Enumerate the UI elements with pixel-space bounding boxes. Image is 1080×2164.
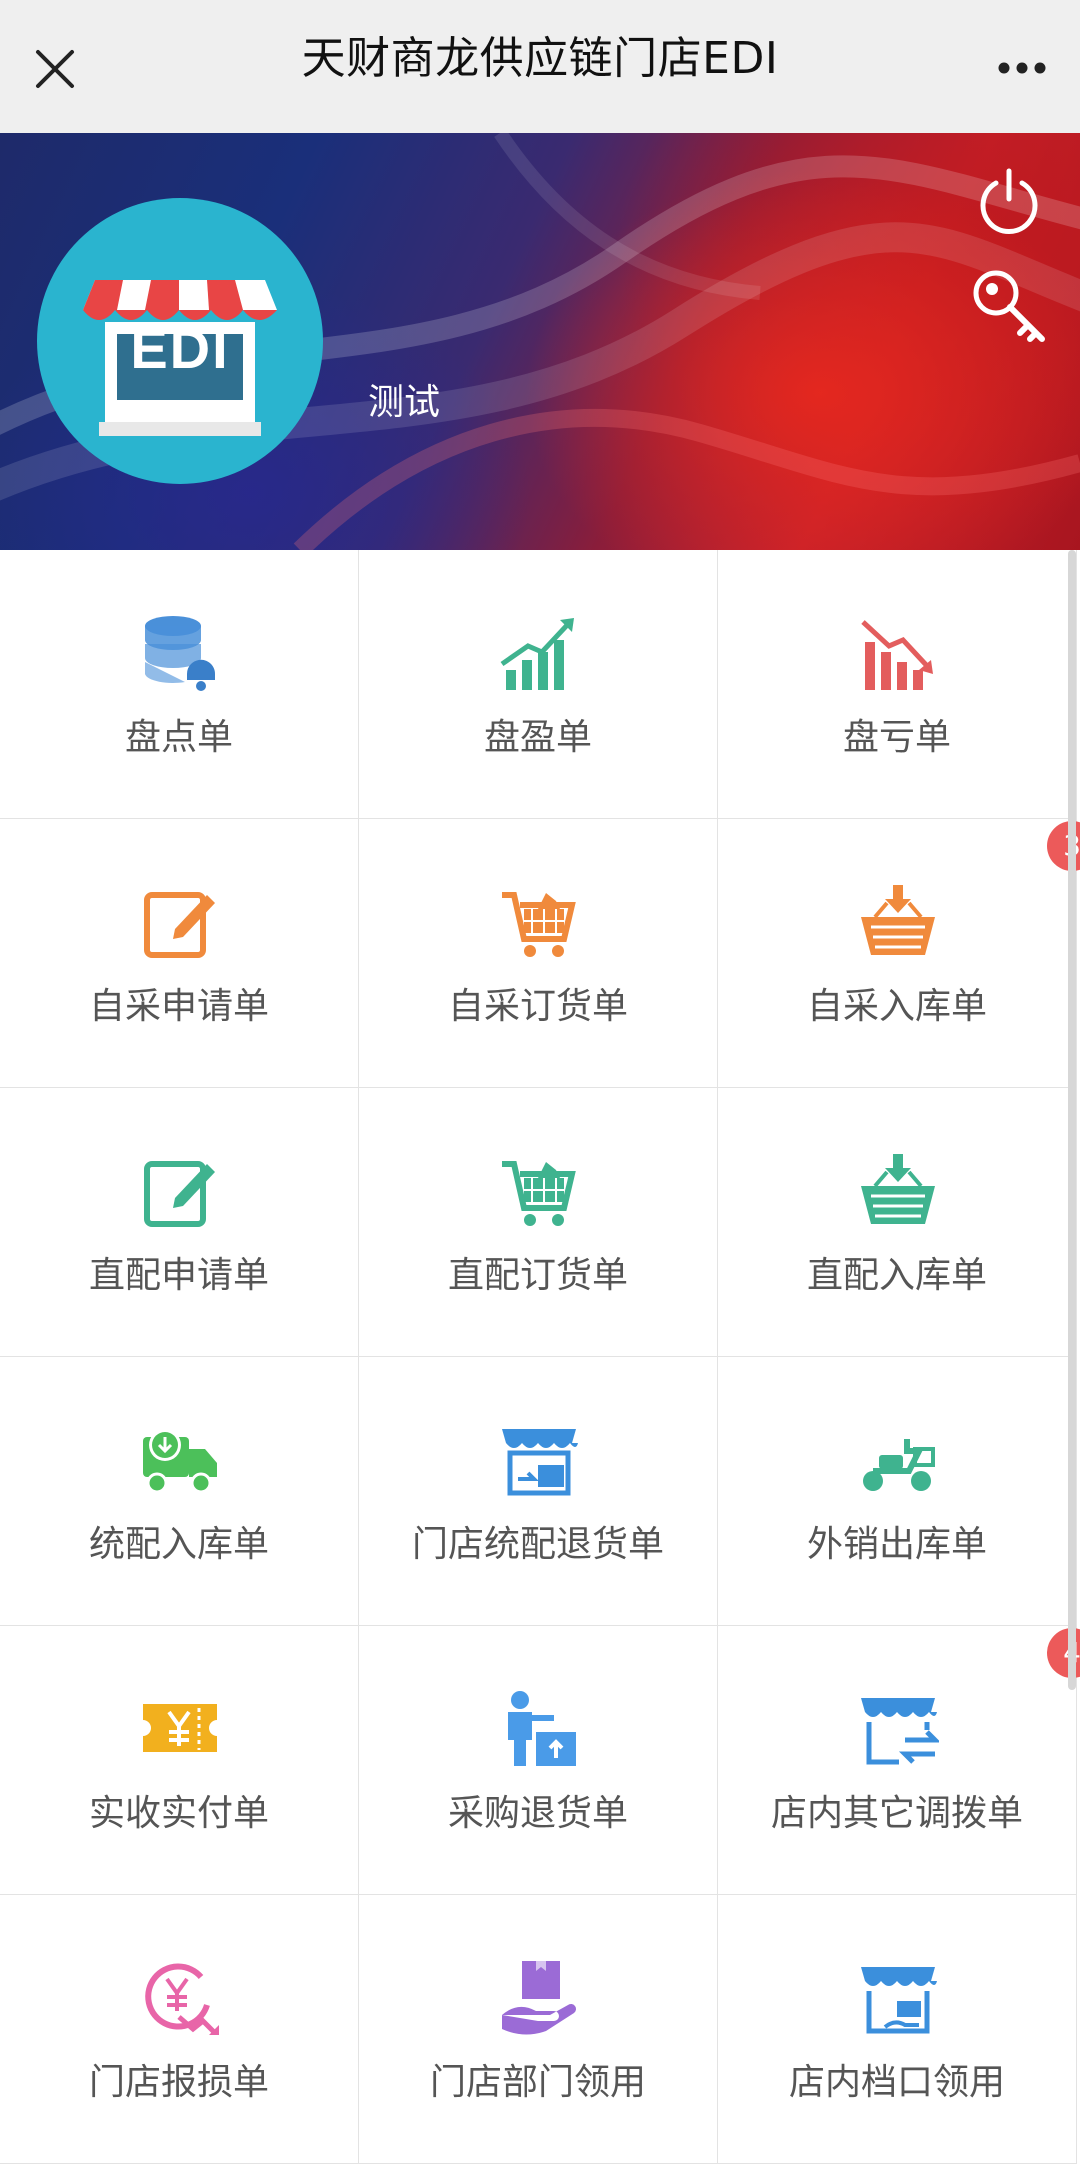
menu-item-12[interactable]: 实收实付单	[0, 1626, 359, 1895]
store-return-icon	[498, 1419, 580, 1501]
menu-item-label: 采购退货单	[447, 1793, 628, 1834]
key-icon[interactable]	[968, 265, 1052, 349]
menu-item-label: 店内其它调拨单	[770, 1793, 1023, 1834]
menu-item-17[interactable]: 店内档口领用	[718, 1895, 1077, 2164]
database-bell-icon	[139, 612, 221, 694]
scrollbar[interactable]	[1068, 550, 1076, 1690]
hand-box-icon	[498, 1957, 580, 2039]
menu-item-label: 自采订货单	[447, 986, 628, 1027]
ticket-yuan-icon	[139, 1688, 221, 1770]
menu-item-5[interactable]: 自采入库单	[718, 819, 1077, 1088]
menu-item-10[interactable]: 门店统配退货单	[359, 1357, 718, 1626]
store-avatar: EDI	[37, 198, 323, 484]
menu-item-label: 盘亏单	[842, 717, 951, 758]
delivery-truck-icon	[139, 1419, 221, 1501]
menu-item-8[interactable]: 直配入库单	[718, 1088, 1077, 1357]
more-options-icon[interactable]	[992, 48, 1052, 88]
menu-item-label: 直配订货单	[447, 1255, 628, 1296]
menu-item-16[interactable]: 门店部门领用	[359, 1895, 718, 2164]
menu-item-2[interactable]: 盘亏单	[718, 550, 1077, 819]
menu-item-1[interactable]: 盘盈单	[359, 550, 718, 819]
menu-item-label: 自采入库单	[806, 986, 987, 1027]
menu-item-3[interactable]: 自采申请单	[0, 819, 359, 1088]
menu-item-label: 自采申请单	[88, 986, 269, 1027]
chart-up-icon	[498, 612, 580, 694]
menu-item-label: 门店统配退货单	[411, 1524, 664, 1565]
edit-form-icon	[139, 1150, 221, 1232]
username: 测试	[368, 382, 441, 423]
store-transfer-icon	[857, 1688, 942, 1770]
basket-in-icon	[857, 881, 939, 963]
basket-in-icon	[857, 1150, 939, 1232]
menu-item-15[interactable]: 门店报损单	[0, 1895, 359, 2164]
menu-item-label: 直配入库单	[806, 1255, 987, 1296]
menu-item-label: 实收实付单	[88, 1793, 269, 1834]
menu-item-label: 外销出库单	[806, 1524, 987, 1565]
menu-item-6[interactable]: 直配申请单	[0, 1088, 359, 1357]
menu-item-label: 统配入库单	[88, 1524, 269, 1565]
menu-item-0[interactable]: 盘点单	[0, 550, 359, 819]
logo-text: EDI	[130, 317, 230, 380]
menu-item-label: 店内档口领用	[788, 2062, 1005, 2103]
menu-item-11[interactable]: 外销出库单	[718, 1357, 1077, 1626]
function-grid: 盘点单 盘盈单 盘亏单 自采申请单 自采订货单 自采入库单3	[0, 550, 1080, 2164]
shopping-cart-icon	[498, 1150, 580, 1232]
chart-down-icon	[857, 612, 939, 694]
top-bar: 天财商龙供应链门店EDI	[0, 0, 1080, 133]
profile-banner: EDI 测试	[0, 133, 1080, 550]
menu-item-label: 盘盈单	[483, 717, 592, 758]
menu-item-7[interactable]: 直配订货单	[359, 1088, 718, 1357]
page-title: 天财商龙供应链门店EDI	[301, 33, 779, 84]
shopping-cart-icon	[498, 881, 580, 963]
yuan-loss-icon	[139, 1957, 221, 2039]
menu-item-label: 盘点单	[124, 717, 233, 758]
menu-item-14[interactable]: 店内其它调拨单	[718, 1626, 1077, 1895]
store-hand-icon	[857, 1957, 939, 2039]
menu-item-4[interactable]: 自采订货单	[359, 819, 718, 1088]
person-box-icon	[498, 1688, 580, 1770]
power-icon[interactable]	[974, 165, 1044, 235]
scooter-icon	[857, 1419, 939, 1501]
menu-item-label: 直配申请单	[88, 1255, 269, 1296]
menu-item-9[interactable]: 统配入库单	[0, 1357, 359, 1626]
menu-item-label: 门店部门领用	[429, 2062, 646, 2103]
edit-form-icon	[139, 881, 221, 963]
menu-item-13[interactable]: 采购退货单	[359, 1626, 718, 1895]
menu-item-label: 门店报损单	[88, 2062, 269, 2103]
